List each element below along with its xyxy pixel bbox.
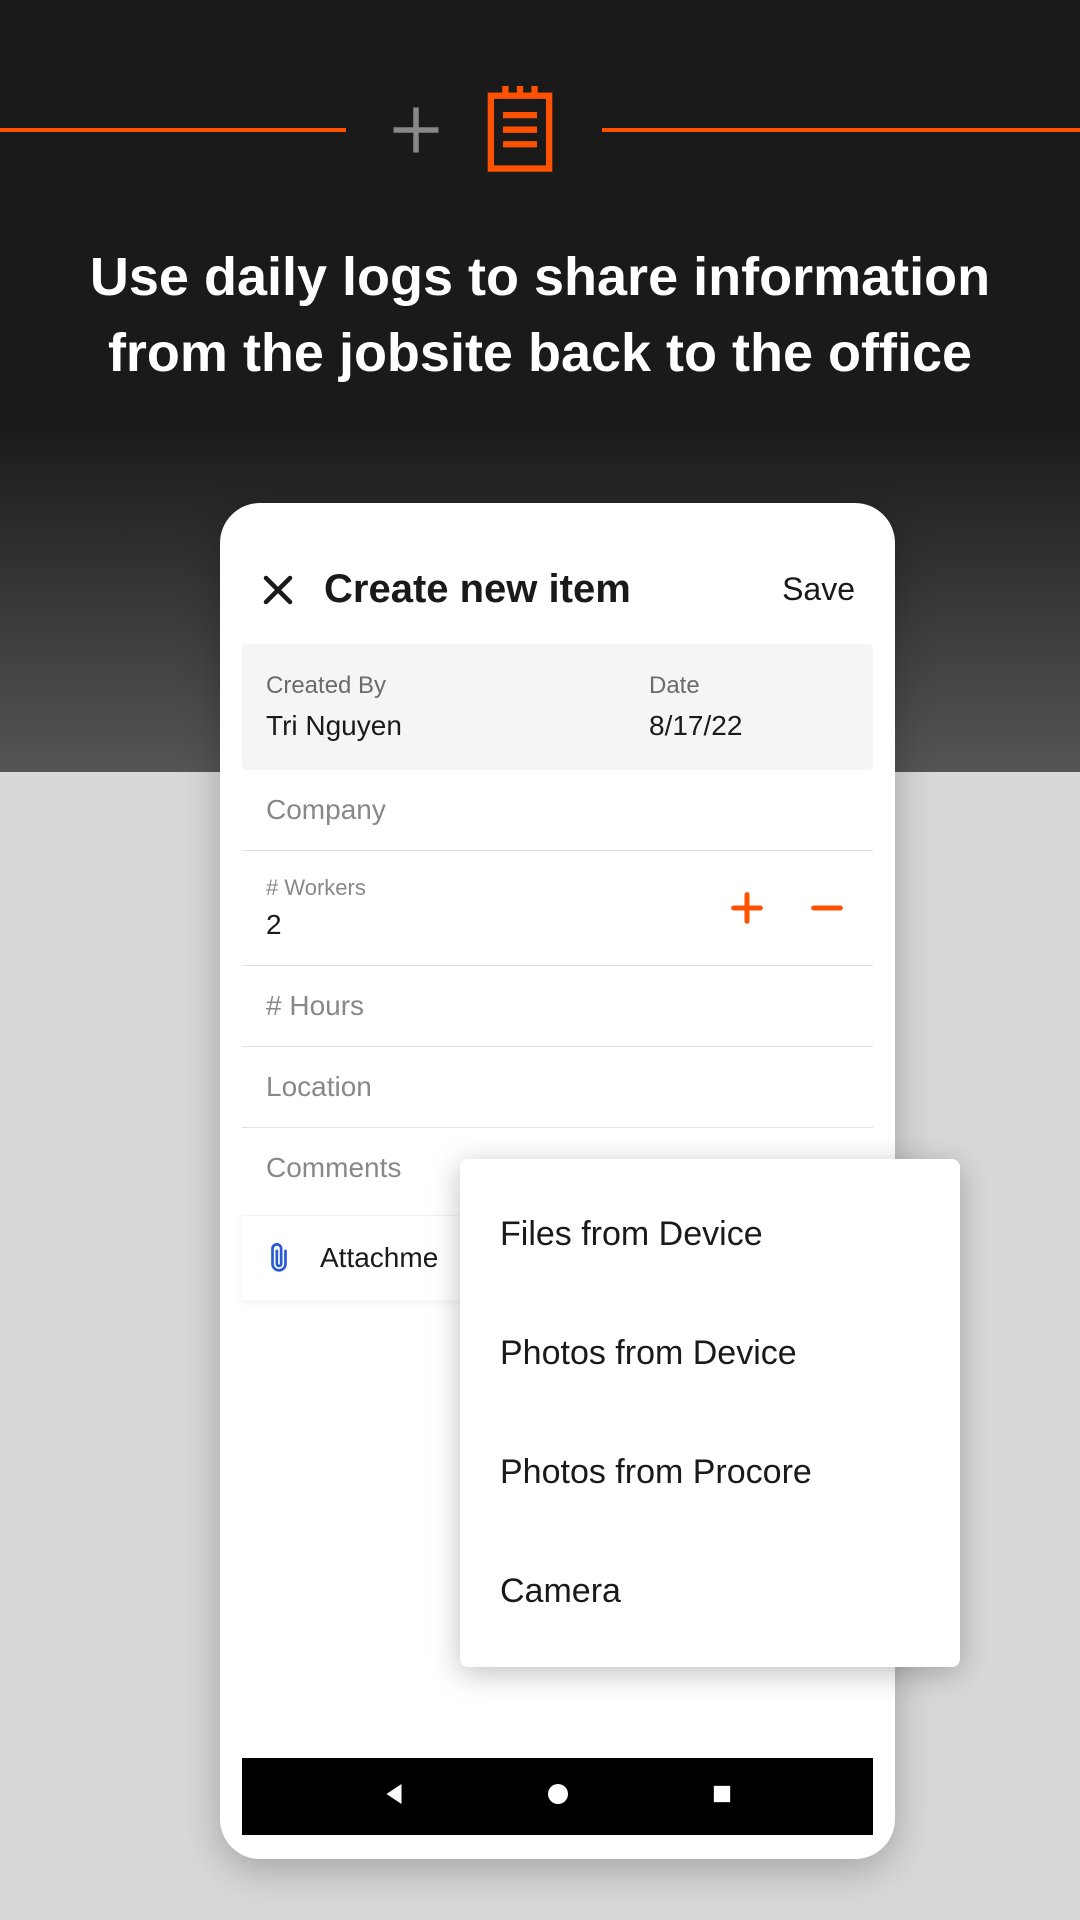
divider-line-right	[602, 128, 1080, 132]
hours-placeholder: # Hours	[266, 990, 849, 1022]
date-value: 8/17/22	[649, 710, 849, 742]
workers-value: 2	[266, 909, 689, 941]
close-icon[interactable]	[260, 572, 296, 608]
workers-field[interactable]: # Workers 2	[242, 851, 873, 966]
menu-item-camera[interactable]: Camera	[460, 1532, 960, 1651]
hours-field[interactable]: # Hours	[242, 966, 873, 1047]
menu-item-photos-device[interactable]: Photos from Device	[460, 1294, 960, 1413]
decrement-button[interactable]	[805, 886, 849, 930]
divider-row	[0, 0, 1080, 200]
location-field[interactable]: Location	[242, 1047, 873, 1128]
plus-icon	[386, 100, 446, 160]
divider-line-left	[0, 128, 346, 132]
created-by-value: Tri Nguyen	[266, 710, 649, 742]
company-placeholder: Company	[266, 794, 849, 826]
clipboard-icon	[486, 86, 554, 174]
headline: Use daily logs to share information from…	[0, 200, 1080, 391]
company-field[interactable]: Company	[242, 770, 873, 851]
save-button[interactable]: Save	[782, 571, 855, 608]
app-header: Create new item Save	[220, 543, 895, 636]
menu-item-files-device[interactable]: Files from Device	[460, 1175, 960, 1294]
menu-item-photos-procore[interactable]: Photos from Procore	[460, 1413, 960, 1532]
paperclip-icon	[266, 1240, 292, 1276]
attachment-source-menu: Files from Device Photos from Device Pho…	[460, 1159, 960, 1667]
nav-home-icon[interactable]	[543, 1779, 573, 1814]
nav-back-icon[interactable]	[379, 1779, 409, 1814]
page-title: Create new item	[324, 567, 782, 612]
location-placeholder: Location	[266, 1071, 849, 1103]
attachments-label: Attachme	[320, 1242, 438, 1274]
increment-button[interactable]	[725, 886, 769, 930]
android-navbar	[242, 1758, 873, 1835]
workers-label: # Workers	[266, 875, 689, 901]
created-by-label: Created By	[266, 672, 649, 700]
meta-card: Created By Tri Nguyen Date 8/17/22	[242, 644, 873, 770]
date-label: Date	[649, 672, 849, 700]
nav-recent-icon[interactable]	[708, 1780, 736, 1813]
